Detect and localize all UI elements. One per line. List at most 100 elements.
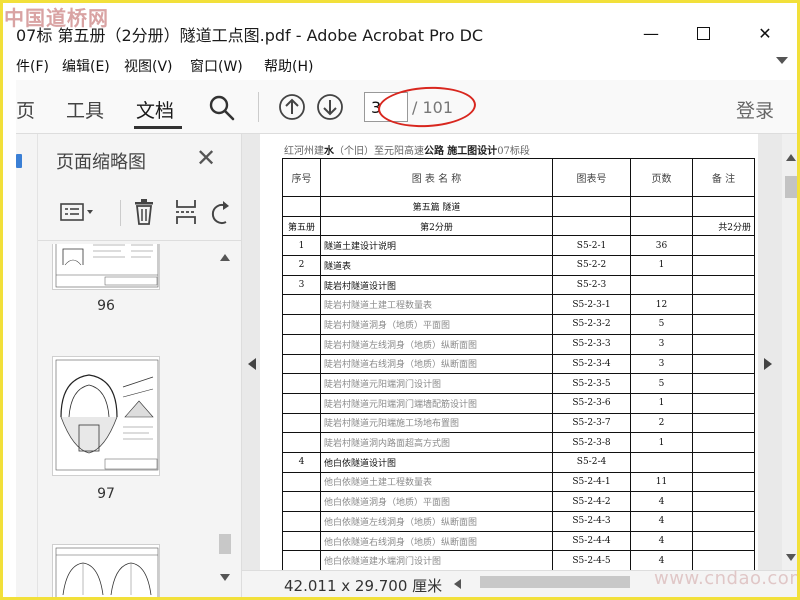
menu-file[interactable]: 件(F) [16, 56, 49, 76]
scroll-down-icon[interactable] [786, 554, 796, 561]
table-row: 陡岩村隧道元阳端施工场地布置图 S5-2-3-7 2 [282, 412, 755, 434]
row-number [282, 314, 321, 335]
login-button[interactable]: 登录 [736, 96, 774, 123]
thumbnails-tab-icon[interactable] [16, 154, 22, 168]
table-row: 1 隧道土建设计说明 S5-2-1 36 [282, 235, 755, 257]
row-code: S5-2-1 [552, 235, 631, 257]
thumbnail-page-98[interactable] [52, 544, 160, 600]
row-number [282, 353, 321, 375]
thumbnail-label: 97 [97, 486, 115, 502]
row-code: S5-2-3-6 [552, 392, 631, 414]
tab-tools[interactable]: 工具 [66, 96, 104, 123]
row-code: S5-2-4-3 [552, 511, 631, 532]
panel-strip [16, 134, 38, 600]
table-row: 4 他白依隧道设计图 S5-2-4 [282, 451, 755, 473]
collapse-left-icon[interactable] [248, 358, 256, 370]
row-name: 陡岩村隧道洞内路面超高方式图 [320, 432, 553, 453]
thumbnail-page-97[interactable] [52, 356, 160, 476]
collapse-right-icon[interactable] [764, 358, 772, 370]
table-row: 2 隧道表 S5-2-2 1 [282, 255, 755, 276]
table-row: 他白依隧道左线洞身（地质）纵断面图 S5-2-4-3 4 [282, 511, 755, 532]
menu-view[interactable]: 视图(V) [124, 56, 173, 76]
rotate-icon[interactable] [210, 200, 232, 226]
thumbnail-drawing [55, 547, 159, 600]
row-pages [630, 451, 693, 473]
row-code: S5-2-4-4 [552, 530, 631, 552]
document-header: 红河州建水（个旧）至元阳高速公路 施工图设计07标段 [284, 142, 530, 157]
thumbnail-list: 96 97 [40, 244, 230, 600]
row-note [692, 333, 755, 355]
row-number [282, 491, 321, 512]
row-name: 陡岩村隧道左线洞身（地质）纵断面图 [320, 333, 553, 355]
row-name: 隧道土建设计说明 [320, 235, 553, 257]
row-note: 共2分册 [692, 215, 755, 237]
row-name: 第五篇 隧道 [320, 196, 553, 217]
row-pages [630, 196, 693, 217]
thumbnails-panel: 页面缩略图 ✕ 96 97 [16, 134, 242, 600]
row-name: 陡岩村隧道设计图 [320, 274, 553, 296]
row-note [692, 471, 755, 493]
options-menu-icon[interactable] [60, 202, 96, 224]
row-name: 陡岩村隧道元阳端施工场地布置图 [320, 412, 553, 434]
row-code: S5-2-3-3 [552, 333, 631, 355]
close-panel-button[interactable]: ✕ [196, 146, 216, 170]
header-text: 07标段 [497, 146, 530, 157]
scroll-down-icon[interactable] [220, 574, 230, 581]
scroll-left-icon[interactable] [454, 579, 461, 589]
row-pages: 4 [630, 511, 693, 532]
row-note [692, 451, 755, 473]
row-note [692, 530, 755, 552]
minimize-button[interactable]: — [628, 18, 674, 48]
column-header: 序号 [282, 158, 321, 197]
row-note [692, 294, 755, 316]
row-code [552, 215, 631, 237]
next-page-icon[interactable] [316, 93, 344, 121]
tab-document[interactable]: 文档 [136, 96, 174, 123]
drawing-index-table: 序号 图 表 名 称 图表号 页数 备 注 第五篇 隧道 第五册 第2分册 共2分册 1… [282, 158, 755, 570]
row-pages: 11 [630, 471, 693, 493]
document-scrollbar[interactable] [782, 134, 800, 570]
menu-help[interactable]: 帮助(H) [264, 56, 313, 76]
row-number [282, 432, 321, 453]
row-number [282, 196, 321, 217]
close-window-button[interactable]: ✕ [742, 18, 788, 48]
thumbnail-drawing [55, 244, 159, 288]
row-name: 陡岩村隧道右线洞身（地质）纵断面图 [320, 353, 553, 375]
thumbnail-page-96[interactable] [52, 244, 160, 290]
maximize-button[interactable] [680, 18, 726, 48]
row-number [282, 530, 321, 552]
row-name: 他白依隧道左线洞身（地质）纵断面图 [320, 511, 553, 532]
toolbar-separator [258, 92, 259, 122]
row-note [692, 432, 755, 453]
row-name: 隧道表 [320, 255, 553, 276]
row-pages: 5 [630, 373, 693, 394]
collapse-menu-icon[interactable] [776, 57, 788, 64]
insert-page-icon[interactable] [174, 198, 198, 226]
trash-icon[interactable] [132, 198, 156, 226]
row-code: S5-2-2 [552, 255, 631, 276]
row-pages: 1 [630, 432, 693, 453]
row-code: S5-2-4-5 [552, 550, 631, 570]
search-icon[interactable] [208, 94, 236, 122]
tab-home[interactable]: 页 [16, 96, 35, 123]
menu-window[interactable]: 窗口(W) [190, 56, 243, 76]
row-note [692, 196, 755, 217]
thumbnail-scrollbar[interactable] [216, 244, 232, 600]
previous-page-icon[interactable] [278, 93, 306, 121]
row-pages: 4 [630, 530, 693, 552]
scroll-up-icon[interactable] [220, 254, 230, 261]
scrollbar-thumb[interactable] [785, 176, 798, 198]
header-text: （个旧）至元阳高速 [334, 146, 424, 157]
row-note [692, 353, 755, 375]
scrollbar-thumb[interactable] [219, 534, 231, 554]
panel-title: 页面缩略图 [56, 152, 146, 173]
horizontal-scrollbar-thumb[interactable] [480, 576, 630, 588]
column-header: 页数 [630, 158, 693, 197]
row-pages [630, 274, 693, 296]
thumbnail-label: 96 [97, 298, 115, 314]
menu-edit[interactable]: 编辑(E) [62, 56, 110, 76]
row-code: S5-2-3-2 [552, 314, 631, 335]
table-header-row: 序号 图 表 名 称 图表号 页数 备 注 [282, 158, 755, 197]
row-number [282, 392, 321, 414]
scroll-up-icon[interactable] [786, 154, 796, 161]
